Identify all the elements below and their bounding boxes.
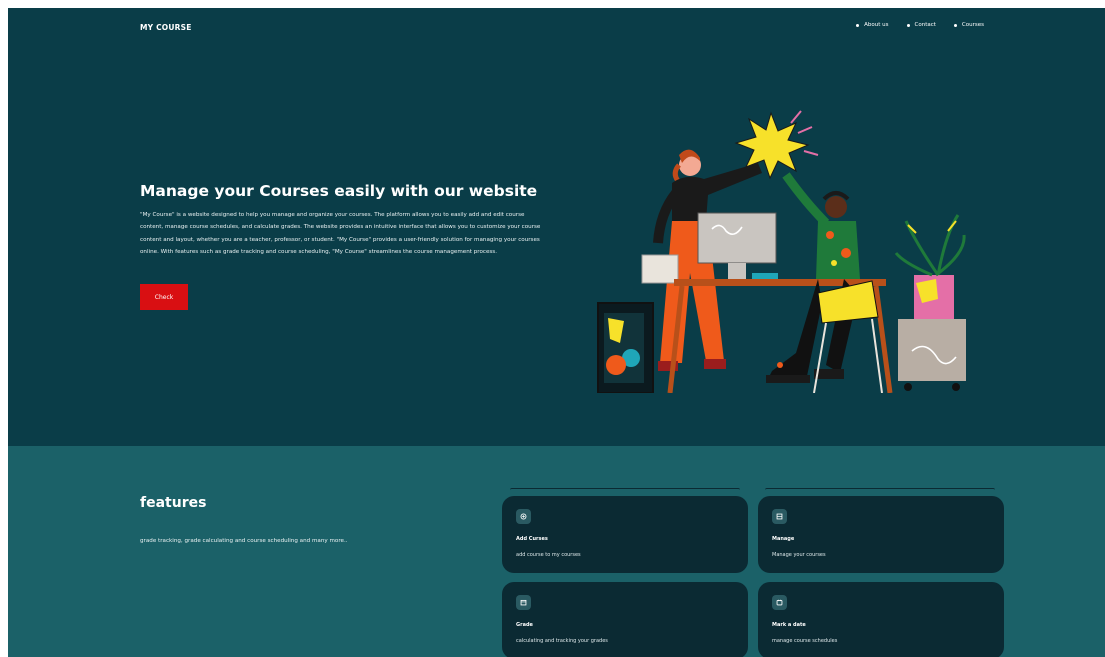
calendar-date-icon	[772, 595, 787, 610]
card-edge-decoration	[765, 488, 995, 491]
bullet-icon	[953, 23, 957, 27]
feature-card-grade[interactable]: Grade calculating and tracking your grad…	[502, 582, 748, 657]
hero-illustration	[597, 110, 966, 393]
hero-description: "My Course" is a website designed to hel…	[140, 212, 541, 255]
feature-card-mark-a-date[interactable]: Mark a date manage course schedules	[758, 582, 1004, 657]
page-frame: MY COURSE About us Contact Courses Manag…	[8, 8, 1105, 657]
brand-logo[interactable]: MY COURSE	[140, 23, 192, 32]
feature-card-manage[interactable]: Manage Manage your courses	[758, 496, 1004, 573]
feature-card-description: add course to my courses	[516, 552, 581, 558]
nav-item-about-us[interactable]: About us	[856, 22, 889, 28]
nav-item-courses[interactable]: Courses	[953, 22, 984, 28]
nav-menu: About us Contact Courses	[856, 22, 984, 28]
nav-item-label: Courses	[961, 22, 984, 28]
top-nav: MY COURSE About us Contact Courses	[8, 8, 1105, 48]
feature-card-title: Mark a date	[772, 622, 806, 628]
feature-card-description: manage course schedules	[772, 638, 838, 644]
manage-icon	[772, 509, 787, 524]
feature-card-title: Add Curses	[516, 536, 548, 542]
bullet-icon	[906, 23, 910, 27]
feature-card-description: calculating and tracking your grades	[516, 638, 608, 644]
features-description: grade tracking, grade calculating and co…	[140, 538, 348, 544]
hero-title: Manage your Courses easily with our webs…	[140, 182, 538, 200]
features-title: features	[140, 495, 207, 511]
check-button[interactable]: Check	[140, 284, 188, 310]
calendar-icon	[516, 595, 531, 610]
feature-card-title: Manage	[772, 536, 795, 542]
nav-item-label: About us	[864, 22, 889, 28]
feature-card-add-courses[interactable]: Add Curses add course to my courses	[502, 496, 748, 573]
nav-item-label: Contact	[914, 22, 936, 28]
feature-card-description: Manage your courses	[772, 552, 826, 558]
features-section: features grade tracking, grade calculati…	[8, 446, 1105, 657]
nav-item-contact[interactable]: Contact	[906, 22, 936, 28]
bullet-icon	[856, 23, 860, 27]
hero-section: MY COURSE About us Contact Courses Manag…	[8, 8, 1105, 446]
card-edge-decoration	[510, 488, 740, 491]
feature-card-title: Grade	[516, 622, 533, 628]
add-course-icon	[516, 509, 531, 524]
